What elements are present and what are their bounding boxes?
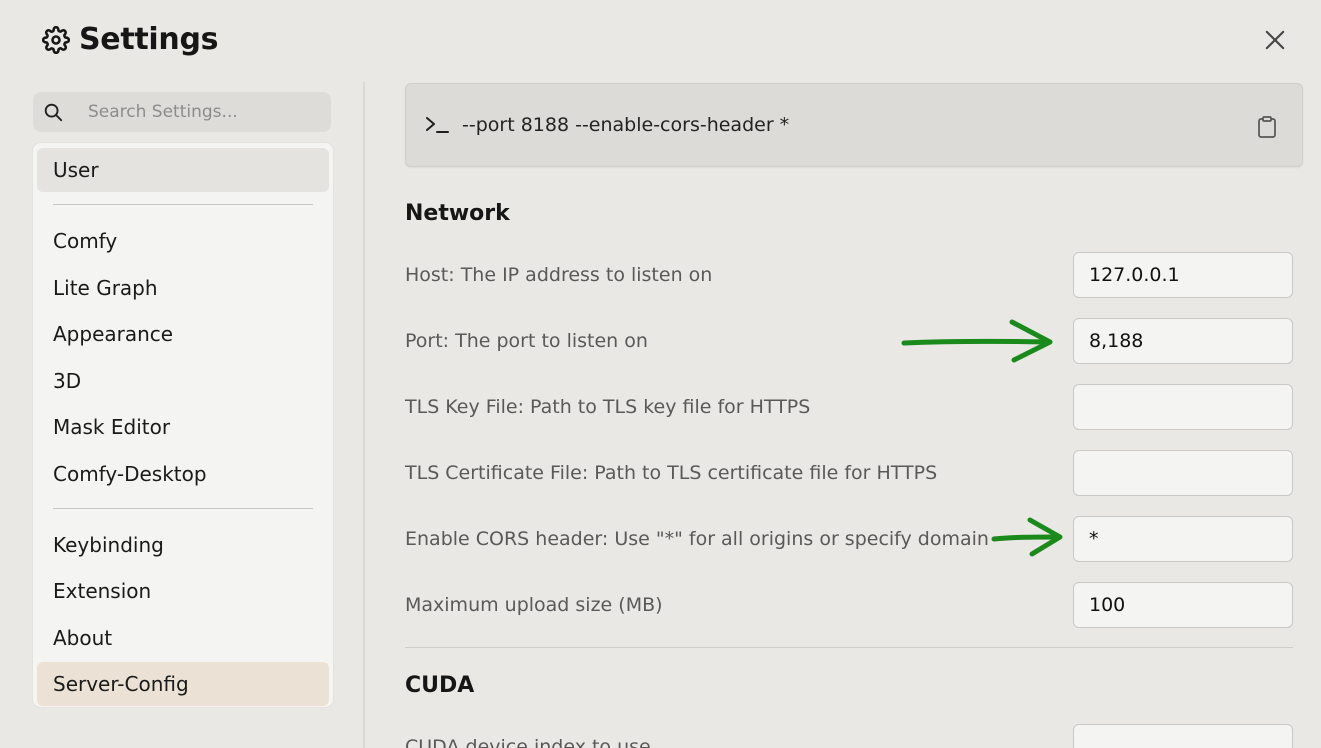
sidebar-item-comfy-desktop[interactable]: Comfy-Desktop (37, 452, 329, 496)
sidebar-item-label: Lite Graph (53, 275, 158, 300)
setting-label-tls-cert: TLS Certificate File: Path to TLS certif… (405, 462, 938, 484)
section-title-network: Network (405, 201, 510, 226)
dialog-title: Settings (79, 22, 219, 57)
clipboard-icon[interactable] (1256, 115, 1278, 139)
cors-input[interactable] (1073, 516, 1293, 562)
sidebar-item-label: Keybinding (53, 532, 164, 557)
sidebar-item-appearance[interactable]: Appearance (37, 312, 329, 356)
host-input[interactable] (1073, 252, 1293, 298)
sidebar-item-lite-graph[interactable]: Lite Graph (37, 266, 329, 310)
sidebar-item-label: User (53, 158, 99, 182)
settings-category-menu: User Comfy Lite Graph Appearance 3D Mask… (33, 143, 333, 707)
terminal-icon (426, 117, 449, 133)
panel-divider (363, 82, 365, 748)
sidebar-item-comfy[interactable]: Comfy (37, 219, 329, 263)
dialog-header: Settings (42, 22, 219, 57)
setting-label-cuda-device: CUDA device index to use (405, 736, 651, 748)
menu-divider (53, 507, 313, 509)
annotation-arrow-cors (991, 517, 1063, 557)
sidebar-item-label: Extension (53, 579, 152, 603)
setting-label-port: Port: The port to listen on (405, 330, 648, 352)
sidebar-item-3d[interactable]: 3D (37, 359, 329, 403)
sidebar-item-server-config[interactable]: Server-Config (37, 662, 329, 706)
settings-search[interactable] (33, 92, 331, 132)
sidebar-item-label: Appearance (53, 322, 174, 346)
setting-label-cors: Enable CORS header: Use "*" for all orig… (405, 528, 989, 550)
tls-cert-input[interactable] (1073, 450, 1293, 496)
setting-label-host: Host: The IP address to listen on (405, 264, 713, 286)
setting-label-max-upload: Maximum upload size (MB) (405, 594, 663, 616)
menu-divider (53, 204, 313, 205)
sidebar-item-label: About (53, 625, 113, 650)
annotation-arrow-port (901, 319, 1053, 363)
sidebar-item-about[interactable]: About (37, 616, 329, 660)
search-input[interactable] (88, 102, 308, 122)
sidebar-item-label: Comfy-Desktop (53, 461, 207, 486)
sidebar-item-mask-editor[interactable]: Mask Editor (37, 405, 329, 449)
gear-icon (42, 25, 70, 54)
max-upload-input[interactable] (1073, 582, 1293, 628)
cuda-device-input[interactable] (1073, 724, 1293, 748)
sidebar-item-keybinding[interactable]: Keybinding (37, 523, 329, 567)
close-icon[interactable] (1261, 26, 1289, 54)
section-title-cuda: CUDA (405, 673, 475, 698)
sidebar-item-label: Server-Config (53, 672, 189, 696)
server-command-text: --port 8188 --enable-cors-header * (462, 114, 790, 136)
sidebar-item-label: Mask Editor (53, 415, 171, 439)
sidebar-item-extension[interactable]: Extension (37, 569, 329, 613)
port-input[interactable] (1073, 318, 1293, 364)
sidebar-item-user[interactable]: User (37, 148, 329, 192)
search-icon (44, 103, 63, 122)
server-command-bar: --port 8188 --enable-cors-header * (405, 83, 1303, 167)
setting-label-tls-key: TLS Key File: Path to TLS key file for H… (405, 396, 811, 418)
tls-key-input[interactable] (1073, 384, 1293, 430)
sidebar-item-label: Comfy (53, 229, 118, 253)
sidebar-item-label: 3D (53, 368, 82, 393)
section-divider (405, 647, 1293, 648)
